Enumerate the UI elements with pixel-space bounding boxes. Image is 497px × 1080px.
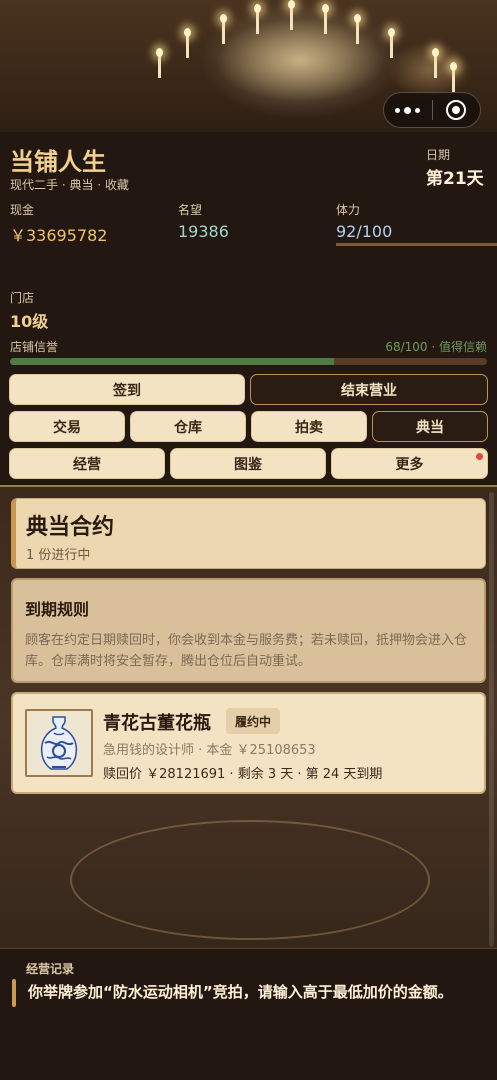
pawn-contracts-title: 典当合约: [26, 515, 115, 540]
candle-decoration: [450, 62, 457, 92]
more-button-label: 更多: [395, 456, 424, 473]
game-title: 当铺人生: [10, 148, 106, 176]
operation-log-title: 经营记录: [26, 962, 75, 976]
candle-decoration: [184, 28, 191, 58]
candle-decoration: [254, 4, 261, 34]
candle-decoration: [322, 4, 329, 34]
store-level-label: 门店: [10, 291, 35, 305]
cash-value: ￥33695782: [10, 226, 108, 245]
reputation-progress-fill: [10, 358, 335, 365]
store-level-value: 10级: [10, 312, 49, 331]
miniprogram-capsule: [383, 92, 481, 128]
reputation-label: 店铺信誉: [10, 340, 59, 354]
cash-label: 现金: [10, 203, 35, 217]
operation-log-panel: [0, 948, 497, 1080]
vase-illustration: [40, 716, 78, 770]
candle-decoration: [288, 0, 295, 30]
contract-card[interactable]: 青花古董花瓶 履约中 急用钱的设计师 · 本金 ￥25108653 赎回价 ￥2…: [11, 692, 486, 794]
reputation-status: 68/100 · 值得信赖: [385, 340, 487, 354]
stamina-label: 体力: [336, 203, 361, 217]
porcelain-vase-icon: [25, 709, 93, 777]
date-value: 第21天: [426, 169, 484, 189]
end-business-button[interactable]: 结束营业: [250, 374, 488, 405]
more-button[interactable]: 更多: [331, 448, 488, 479]
pawn-contracts-count: 1 份进行中: [26, 548, 91, 563]
close-miniprogram-icon[interactable]: [432, 92, 480, 128]
more-menu-icon[interactable]: [384, 92, 432, 128]
candle-decoration: [388, 28, 395, 58]
candle-decoration: [156, 48, 163, 78]
candle-decoration: [354, 14, 361, 44]
fame-value: 19386: [178, 222, 229, 241]
floor-ring-decoration: [70, 820, 430, 940]
section-divider: [0, 485, 497, 487]
status-badge: 履约中: [226, 708, 281, 734]
tab-operate[interactable]: 经营: [9, 448, 165, 479]
contract-item-name: 青花古董花瓶: [103, 713, 211, 734]
notification-dot: [476, 453, 483, 460]
chandelier-glow: [200, 0, 400, 120]
content-scrollbar[interactable]: [489, 492, 494, 947]
candle-decoration: [220, 14, 227, 44]
reputation-progress-bar: [10, 358, 487, 365]
date-label: 日期: [426, 148, 451, 162]
expiry-rules-title: 到期规则: [25, 600, 90, 619]
stamina-value: 92/100: [336, 222, 393, 241]
checkin-button[interactable]: 签到: [9, 374, 245, 405]
tab-auction[interactable]: 拍卖: [251, 411, 367, 442]
operation-log-message: 你举牌参加“防水运动相机”竞拍，请输入高于最低加价的金额。: [28, 983, 453, 1001]
contract-redeem-info: 赎回价 ￥28121691 · 剩余 3 天 · 第 24 天到期: [103, 767, 383, 782]
expiry-rules-card: 到期规则 顾客在约定日期赎回时，你会收到本金与服务费；若未赎回，抵押物会进入仓库…: [11, 578, 486, 683]
contract-customer-principal: 急用钱的设计师 · 本金 ￥25108653: [103, 743, 316, 758]
candle-decoration: [432, 48, 439, 78]
stamina-bar: [336, 243, 497, 246]
game-subtitle: 现代二手 · 典当 · 收藏: [10, 178, 129, 192]
expiry-rules-text: 顾客在约定日期赎回时，你会收到本金与服务费；若未赎回，抵押物会进入仓库。仓库满时…: [25, 633, 468, 669]
log-accent-bar: [12, 979, 16, 1007]
fame-label: 名望: [178, 203, 203, 217]
tab-catalog[interactable]: 图鉴: [170, 448, 326, 479]
tab-trade[interactable]: 交易: [9, 411, 125, 442]
pawn-contracts-header: 典当合约 1 份进行中: [11, 498, 486, 569]
tab-pawn[interactable]: 典当: [372, 411, 488, 442]
tab-warehouse[interactable]: 仓库: [130, 411, 246, 442]
